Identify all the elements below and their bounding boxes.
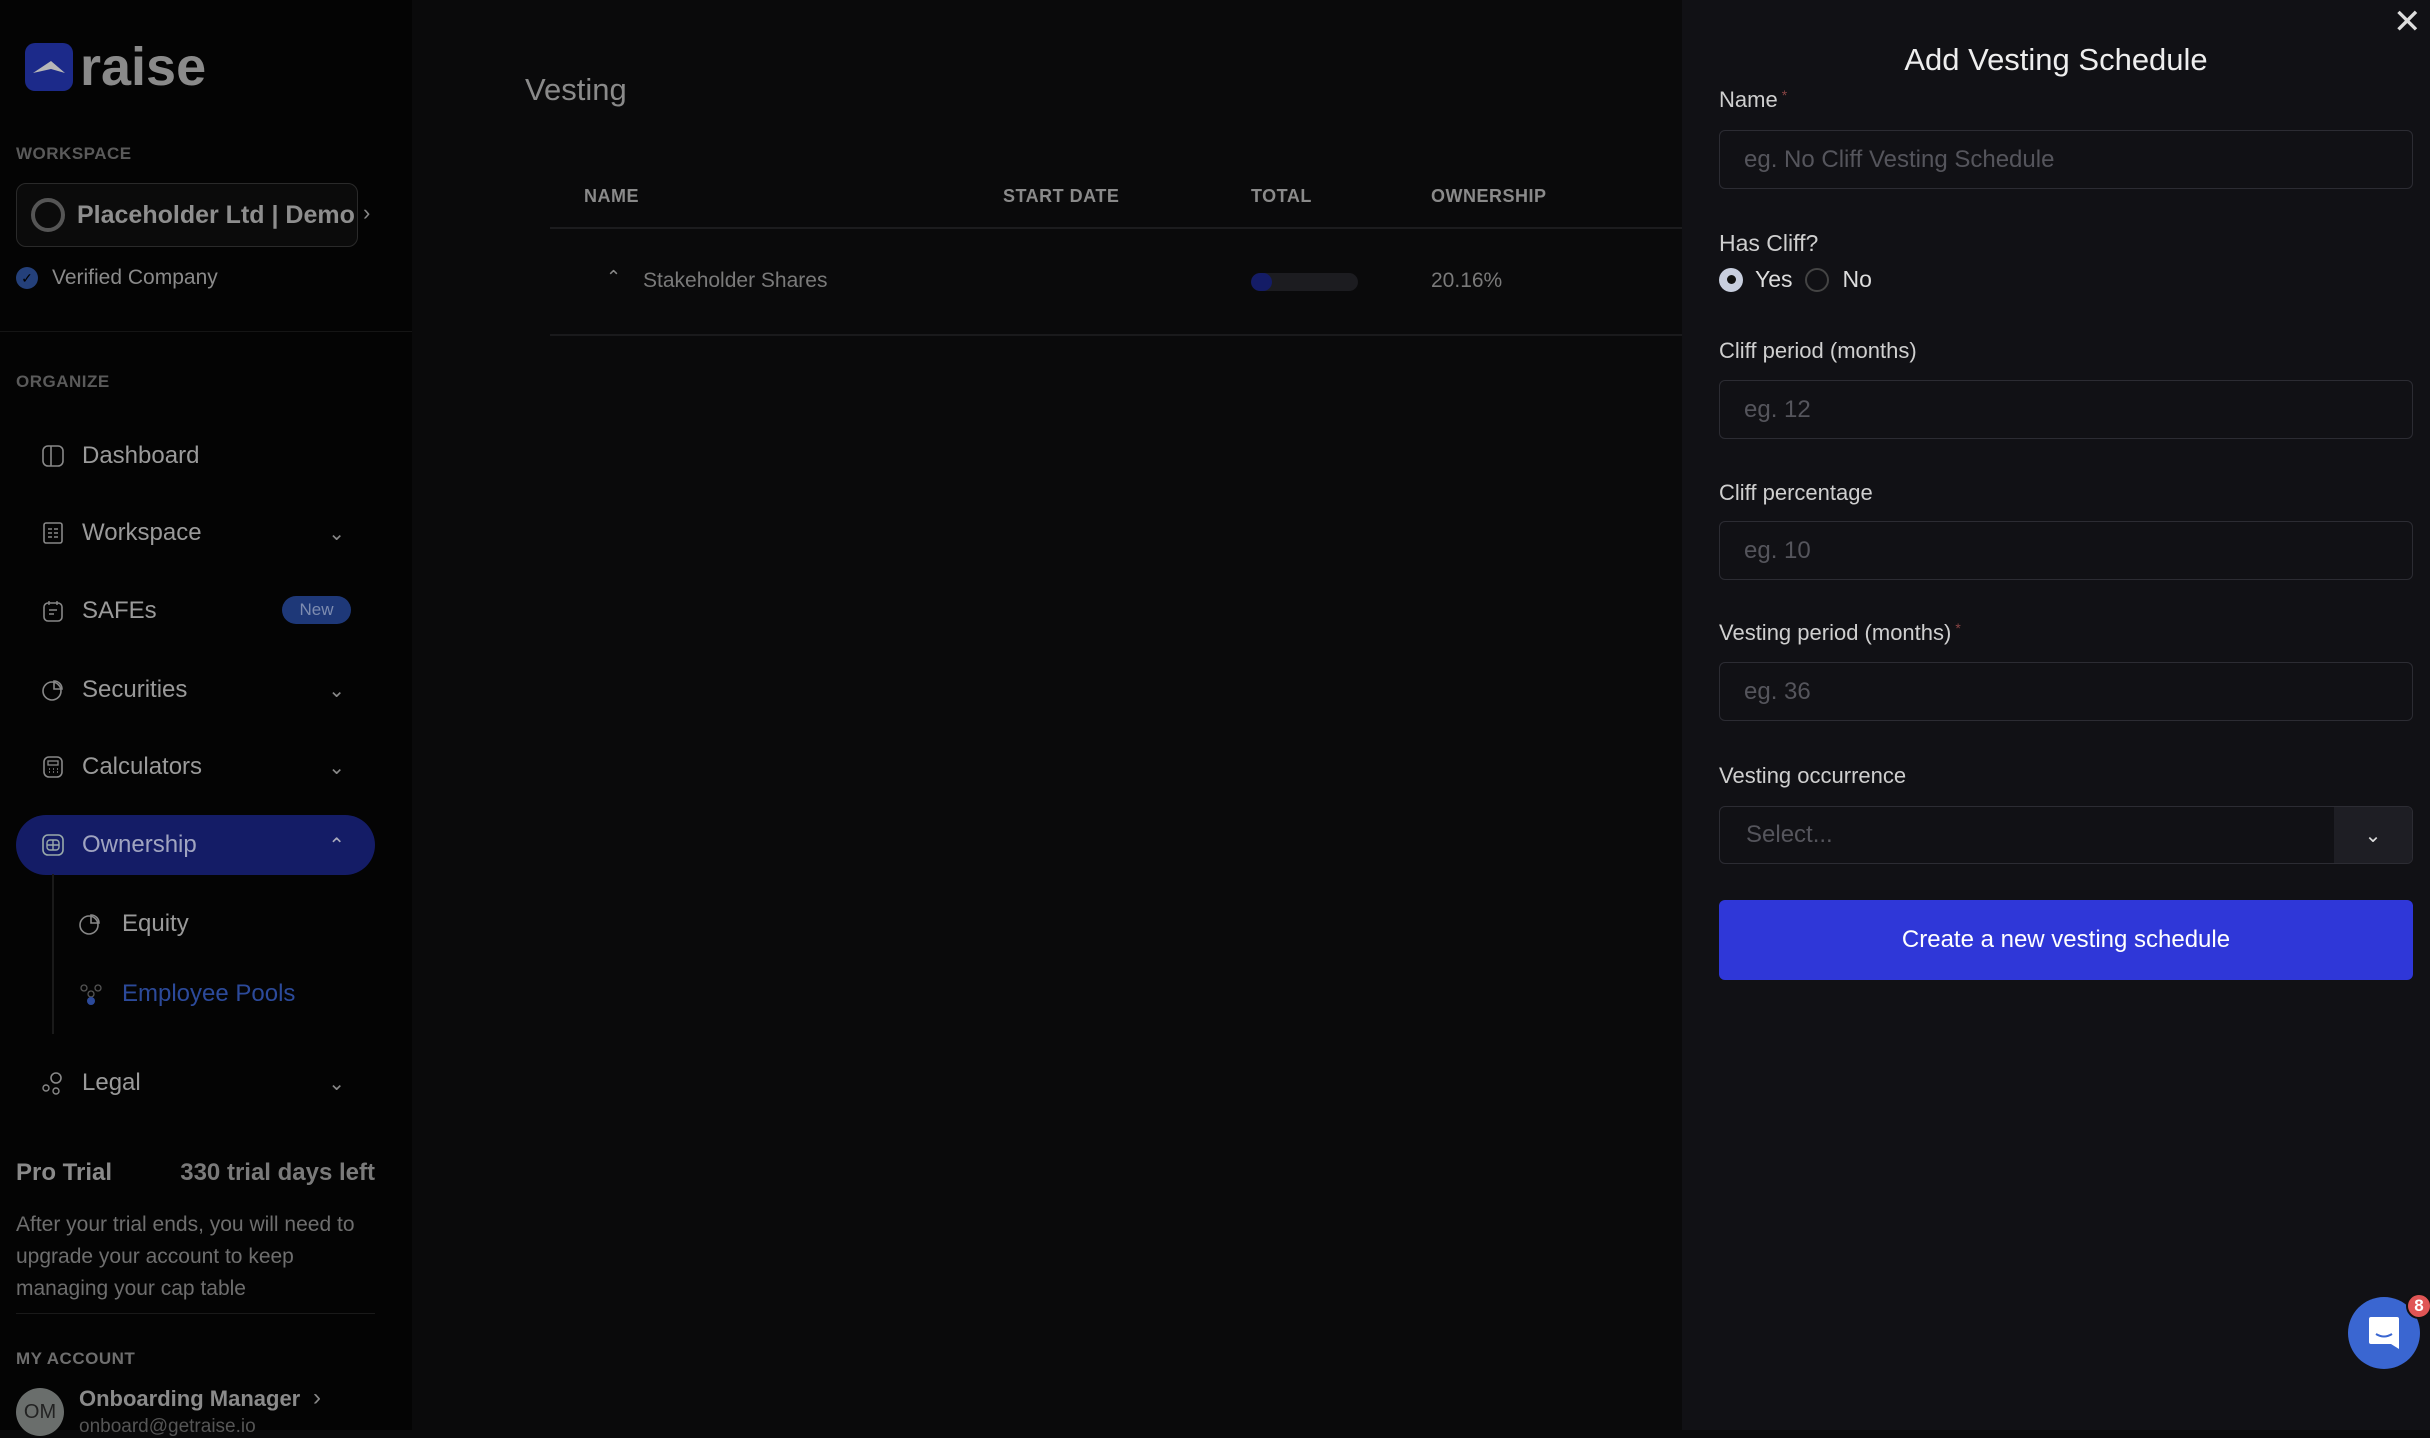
sidebar-item-legal[interactable]: Legal ⌄ — [16, 1053, 375, 1113]
cliff-period-label: Cliff period (months) — [1719, 338, 1917, 363]
column-header-ownership[interactable]: OWNERSHIP — [1431, 186, 1547, 207]
column-header-start-date[interactable]: START DATE — [1003, 186, 1119, 207]
nav-label: Workspace — [82, 519, 202, 546]
organize-section-label: ORGANIZE — [16, 372, 110, 391]
sidebar-subitem-employee-pools[interactable]: Employee Pools — [78, 969, 295, 1019]
pie-icon — [78, 912, 104, 936]
chevron-down-icon[interactable]: ⌄ — [2334, 807, 2412, 863]
vesting-occurrence-select[interactable]: Select... ⌄ — [1719, 806, 2413, 864]
nav-label: Securities — [82, 676, 188, 703]
dashboard-icon — [40, 443, 66, 469]
cliff-percentage-label: Cliff percentage — [1719, 480, 1873, 505]
company-logo-icon — [31, 198, 65, 232]
cliff-percentage-input[interactable] — [1719, 521, 2413, 580]
pie-icon — [40, 677, 66, 703]
radio-no-label[interactable]: No — [1843, 266, 1872, 293]
sidebar-subitem-equity[interactable]: Equity — [78, 899, 189, 949]
chevron-down-icon: ⌄ — [328, 679, 345, 702]
progress-fill — [1251, 273, 1273, 291]
nav-label: SAFEs — [82, 597, 157, 624]
radio-yes[interactable] — [1719, 267, 1743, 292]
verified-text: Verified Company — [52, 266, 218, 289]
panel-title: Add Vesting Schedule — [1904, 42, 2208, 77]
sidebar-item-workspace[interactable]: Workspace ⌄ — [16, 503, 375, 563]
workspace-switcher[interactable]: Placeholder Ltd | Demo — [16, 183, 358, 247]
main-content — [412, 0, 1682, 1430]
sidebar-item-ownership[interactable]: Ownership ⌃ — [16, 815, 375, 875]
radio-no[interactable] — [1804, 267, 1829, 292]
new-badge: New — [282, 596, 351, 624]
select-placeholder: Select... — [1746, 821, 1833, 848]
chevron-up-icon[interactable]: ⌃ — [606, 267, 621, 288]
verified-badge: ✓ Verified Company — [16, 266, 218, 290]
legal-icon — [40, 1070, 66, 1096]
sidebar-item-dashboard[interactable]: Dashboard — [16, 426, 375, 486]
raise-logo-icon — [25, 43, 73, 91]
trial-title: Pro Trial — [16, 1159, 113, 1186]
sidebar: raise WORKSPACE Placeholder Ltd | Demo ›… — [0, 0, 412, 1437]
add-vesting-schedule-panel: ✕ Add Vesting Schedule Name* Has Cliff? … — [1682, 0, 2430, 1430]
radio-yes-label[interactable]: Yes — [1755, 266, 1793, 293]
calculator-icon — [40, 754, 66, 780]
sidebar-item-safes[interactable]: SAFEs New — [16, 581, 375, 641]
people-icon — [78, 982, 104, 1006]
company-name: Placeholder Ltd | Demo — [77, 200, 355, 229]
submenu-line — [52, 874, 54, 1034]
safes-icon — [40, 598, 66, 624]
nav-label: Ownership — [82, 831, 197, 858]
ownership-icon — [40, 832, 66, 858]
row-name: Stakeholder Shares — [643, 269, 828, 292]
name-label: Name * — [1719, 87, 1788, 112]
chevron-right-icon[interactable]: › — [363, 200, 370, 226]
user-email: onboard@getraise.io — [79, 1416, 256, 1437]
has-cliff-radio-group: Yes No — [1719, 266, 1872, 293]
workspace-icon — [40, 520, 66, 546]
trial-note: After your trial ends, you will need to … — [16, 1213, 355, 1300]
chevron-down-icon: ⌄ — [328, 756, 345, 779]
create-vesting-schedule-button[interactable]: Create a new vesting schedule — [1719, 900, 2413, 980]
brand-name: raise — [80, 37, 207, 97]
column-header-total[interactable]: TOTAL — [1251, 186, 1312, 207]
chevron-down-icon: ⌄ — [328, 1072, 345, 1095]
cliff-period-input[interactable] — [1719, 380, 2413, 439]
total-progress-bar — [1251, 273, 1358, 291]
nav-label: Legal — [82, 1069, 141, 1096]
subnav-label: Employee Pools — [122, 980, 296, 1007]
verified-check-icon: ✓ — [16, 267, 38, 289]
nav-label: Calculators — [82, 753, 203, 780]
user-name[interactable]: Onboarding Manager — [79, 1386, 300, 1412]
divider — [16, 1313, 375, 1314]
trial-days-left: 330 trial days left — [180, 1159, 375, 1186]
chat-icon — [2369, 1317, 2399, 1349]
avatar[interactable]: OM — [16, 1388, 64, 1436]
chat-launcher[interactable]: 8 — [2348, 1293, 2430, 1369]
chevron-down-icon: ⌄ — [328, 522, 345, 545]
unread-badge: 8 — [2406, 1293, 2430, 1319]
table-row[interactable]: ⌃ Stakeholder Shares 20.16% — [550, 229, 1682, 336]
vesting-period-label: Vesting period (months) * — [1719, 620, 1961, 645]
close-icon[interactable]: ✕ — [2393, 2, 2422, 42]
vesting-period-input[interactable] — [1719, 662, 2413, 721]
subnav-label: Equity — [122, 910, 189, 937]
workspace-section-label: WORKSPACE — [16, 144, 132, 163]
required-mark: * — [1955, 620, 1961, 636]
row-ownership: 20.16% — [1431, 269, 1503, 292]
chevron-up-icon: ⌃ — [328, 834, 345, 857]
sidebar-item-securities[interactable]: Securities ⌄ — [16, 660, 375, 720]
sidebar-item-calculators[interactable]: Calculators ⌄ — [16, 737, 375, 797]
name-input[interactable] — [1719, 130, 2413, 189]
nav-label: Dashboard — [82, 442, 200, 469]
divider — [0, 331, 412, 332]
has-cliff-label: Has Cliff? — [1719, 230, 1819, 256]
vesting-occurrence-label: Vesting occurrence — [1719, 763, 1907, 788]
page-title: Vesting — [525, 72, 627, 107]
column-header-name[interactable]: NAME — [584, 186, 639, 207]
account-section-label: MY ACCOUNT — [16, 1349, 136, 1368]
chevron-right-icon[interactable]: › — [313, 1384, 321, 1412]
required-mark: * — [1781, 87, 1788, 103]
